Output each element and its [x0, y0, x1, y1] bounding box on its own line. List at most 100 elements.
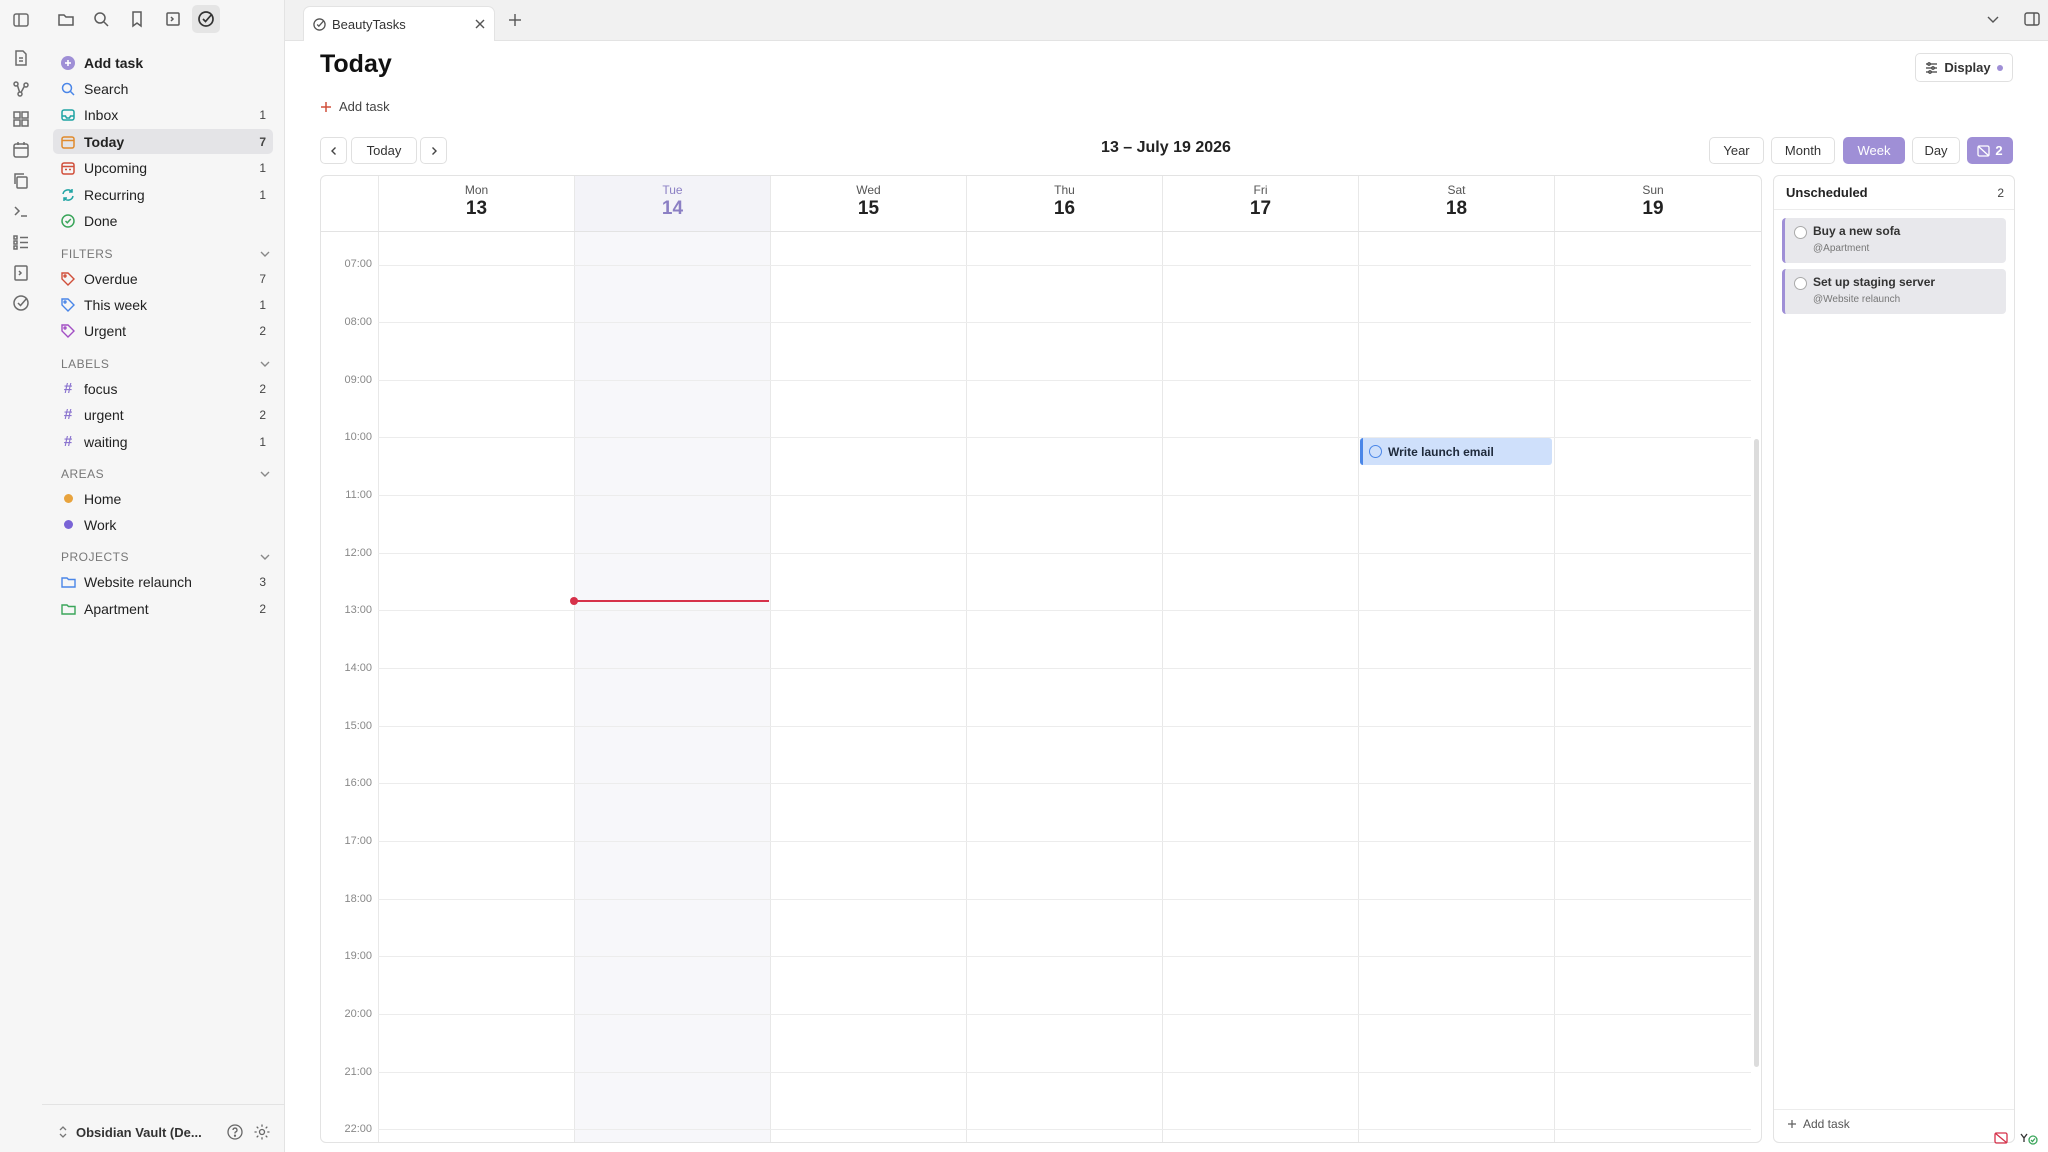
sidebar-item-waiting[interactable]: # waiting 1 — [53, 429, 273, 454]
chevron-right-icon — [431, 146, 437, 155]
new-tab-plus-icon[interactable] — [507, 12, 523, 28]
vault-switcher[interactable]: Obsidian Vault (De... — [58, 1121, 228, 1143]
terminal-icon[interactable] — [11, 201, 31, 221]
unscheduled-count: 2 — [1997, 186, 2004, 200]
right-sidebar-toggle-icon[interactable] — [2023, 10, 2041, 28]
view-year-button[interactable]: Year — [1709, 137, 1764, 164]
day-name: Mon — [464, 183, 489, 197]
copy-icon[interactable] — [11, 171, 31, 191]
sidebar-item-this-week[interactable]: This week 1 — [53, 292, 273, 317]
search-button[interactable]: Search — [53, 76, 273, 101]
sync-off-icon[interactable] — [1993, 1130, 2009, 1146]
sidebar-toggle-icon[interactable] — [11, 10, 31, 30]
areas-header[interactable]: AREAS — [61, 467, 271, 481]
graph-icon[interactable] — [11, 79, 31, 99]
filters-header[interactable]: FILTERS — [61, 247, 271, 261]
hour-label: 10:00 — [344, 431, 372, 443]
tasks-check-icon[interactable] — [11, 293, 31, 313]
close-icon[interactable] — [474, 18, 486, 30]
task-checkbox[interactable] — [1794, 277, 1807, 290]
day-header[interactable]: Wed 15 — [770, 176, 966, 231]
sidebar-item-work[interactable]: Work — [53, 512, 273, 537]
tab-beautytasks[interactable]: BeautyTasks — [303, 6, 495, 41]
sidebar-item-recurring[interactable]: Recurring 1 — [53, 182, 273, 207]
hour-label: 22:00 — [344, 1123, 372, 1135]
date-range-title: 13 – July 19 2026 — [1101, 139, 1231, 156]
prev-week-button[interactable] — [320, 137, 347, 164]
settings-gear-icon[interactable] — [253, 1123, 271, 1141]
day-column-today[interactable] — [574, 232, 770, 1142]
view-day-button[interactable]: Day — [1912, 137, 1960, 164]
scrollbar-thumb[interactable] — [1754, 439, 1759, 1067]
labels-header[interactable]: LABELS — [61, 357, 271, 371]
hour-label: 14:00 — [344, 662, 372, 674]
day-header[interactable]: Mon 13 — [378, 176, 574, 231]
plugin-status-icon[interactable] — [2018, 1130, 2040, 1146]
unscheduled-add-task-button[interactable]: Add task — [1787, 1117, 1850, 1131]
sidebar-item-done[interactable]: Done — [53, 208, 273, 233]
calendar-icon[interactable] — [11, 140, 31, 160]
add-task-label: Add task — [339, 99, 390, 114]
file-icon[interactable] — [11, 48, 31, 68]
sidebar-item-home[interactable]: Home — [53, 486, 273, 511]
import-icon[interactable] — [163, 9, 183, 29]
unscheduled-task-card[interactable]: Buy a new sofa @Apartment — [1782, 218, 2006, 263]
day-header-today[interactable]: Tue 14 — [574, 176, 770, 231]
projects-header[interactable]: PROJECTS — [61, 550, 271, 564]
next-week-button[interactable] — [420, 137, 447, 164]
sidebar-item-website-relaunch[interactable]: Website relaunch 3 — [53, 569, 273, 594]
sidebar-item-today[interactable]: Today 7 — [53, 129, 273, 154]
day-header[interactable]: Thu 16 — [966, 176, 1162, 231]
sidebar-item-inbox[interactable]: Inbox 1 — [53, 102, 273, 127]
add-task-inline-button[interactable]: Add task — [320, 99, 390, 114]
bookmark-icon[interactable] — [127, 9, 147, 29]
day-name: Tue — [662, 183, 683, 197]
task-title: Set up staging server — [1813, 275, 1936, 289]
sidebar-item-focus[interactable]: # focus 2 — [53, 376, 273, 401]
day-column[interactable] — [1554, 232, 1751, 1142]
chevron-down-icon[interactable] — [259, 248, 271, 260]
task-checkbox[interactable] — [1369, 445, 1382, 458]
chevron-down-icon[interactable] — [1986, 12, 2000, 26]
help-icon[interactable] — [226, 1123, 244, 1141]
count-badge: 1 — [259, 160, 266, 175]
chevron-down-icon[interactable] — [259, 468, 271, 480]
add-task-button[interactable]: Add task — [53, 50, 273, 75]
display-button[interactable]: Display — [1915, 53, 2013, 82]
search-icon[interactable] — [91, 9, 111, 29]
calendar-scrollbar[interactable] — [1752, 232, 1761, 1142]
chevron-down-icon[interactable] — [259, 551, 271, 563]
view-month-button[interactable]: Month — [1771, 137, 1835, 164]
sidebar-item-overdue[interactable]: Overdue 7 — [53, 266, 273, 291]
count-badge: 7 — [259, 271, 266, 286]
unscheduled-toggle-button[interactable]: 2 — [1967, 137, 2013, 164]
hour-label: 12:00 — [344, 547, 372, 559]
day-column[interactable] — [770, 232, 966, 1142]
folder-icon[interactable] — [56, 9, 76, 29]
day-header[interactable]: Sat 18 — [1358, 176, 1554, 231]
calendar-upcoming-icon — [60, 160, 76, 176]
day-header[interactable]: Fri 17 — [1162, 176, 1358, 231]
template-icon[interactable] — [11, 263, 31, 283]
day-column[interactable] — [1358, 232, 1554, 1142]
section-title: FILTERS — [61, 247, 113, 261]
sidebar-item-apartment[interactable]: Apartment 2 — [53, 596, 273, 621]
grid-icon[interactable] — [11, 109, 31, 129]
view-week-button[interactable]: Week — [1843, 137, 1905, 164]
calendar-event[interactable]: Write launch email — [1360, 438, 1552, 465]
sidebar-item-urgent-label[interactable]: # urgent 2 — [53, 402, 273, 427]
tasks-view-icon[interactable] — [192, 5, 220, 33]
day-column[interactable] — [966, 232, 1162, 1142]
list-icon[interactable] — [11, 232, 31, 252]
sidebar-item-upcoming[interactable]: Upcoming 1 — [53, 155, 273, 180]
unscheduled-task-card[interactable]: Set up staging server @Website relaunch — [1782, 269, 2006, 314]
chevron-down-icon[interactable] — [259, 358, 271, 370]
day-header[interactable]: Sun 19 — [1554, 176, 1751, 231]
task-checkbox[interactable] — [1794, 226, 1807, 239]
hour-label: 19:00 — [344, 950, 372, 962]
day-column[interactable] — [1162, 232, 1358, 1142]
day-column[interactable] — [378, 232, 574, 1142]
today-button[interactable]: Today — [351, 137, 417, 164]
sidebar-item-urgent[interactable]: Urgent 2 — [53, 318, 273, 343]
calendar-time-grid[interactable]: 07:00 08:00 09:00 10:00 11:00 12:00 13:0… — [321, 232, 1751, 1142]
